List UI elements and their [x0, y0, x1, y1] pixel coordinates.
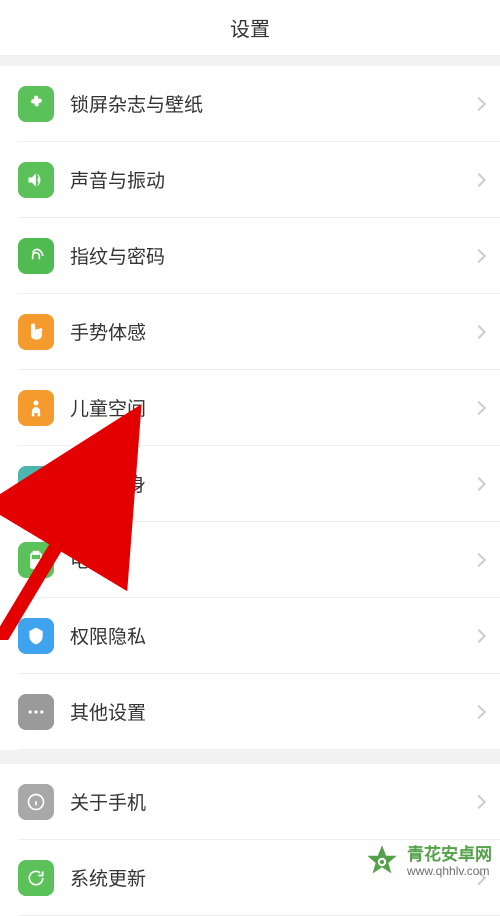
- fingerprint-icon: [18, 238, 54, 274]
- item-kids-space[interactable]: 儿童空间: [18, 370, 500, 446]
- gesture-icon: [18, 314, 54, 350]
- more-icon: [18, 694, 54, 730]
- settings-list: 锁屏杂志与壁纸 声音与振动 指纹与密码 手势体感: [0, 56, 500, 916]
- chevron-right-icon: [472, 172, 486, 186]
- item-label: 关于手机: [70, 788, 474, 815]
- item-permission-privacy[interactable]: 权限隐私: [18, 598, 500, 674]
- item-about-phone[interactable]: 关于手机: [18, 764, 500, 840]
- clone-icon: [18, 466, 54, 502]
- watermark-text: 青花安卓网 www.qhhlv.com: [407, 846, 492, 878]
- item-label: 电池: [70, 546, 474, 573]
- section-gap: [0, 56, 500, 66]
- chevron-right-icon: [472, 552, 486, 566]
- watermark: 青花安卓网 www.qhhlv.com: [361, 841, 492, 883]
- item-other-settings[interactable]: 其他设置: [18, 674, 500, 750]
- chevron-right-icon: [472, 248, 486, 262]
- watermark-url: www.qhhlv.com: [407, 865, 492, 878]
- chevron-right-icon: [472, 324, 486, 338]
- info-icon: [18, 784, 54, 820]
- privacy-icon: [18, 618, 54, 654]
- item-label: 其他设置: [70, 698, 474, 725]
- sound-icon: [18, 162, 54, 198]
- watermark-logo-icon: [361, 841, 403, 883]
- watermark-title: 青花安卓网: [407, 846, 492, 865]
- chevron-right-icon: [472, 476, 486, 490]
- item-label: 儿童空间: [70, 394, 474, 421]
- chevron-right-icon: [472, 704, 486, 718]
- item-battery[interactable]: 电池: [18, 522, 500, 598]
- item-label: 权限隐私: [70, 622, 474, 649]
- header: 设置: [0, 0, 500, 56]
- section-gap: [0, 750, 500, 764]
- flower-icon: [18, 86, 54, 122]
- item-sound-vibration[interactable]: 声音与振动: [18, 142, 500, 218]
- item-label: 手势体感: [70, 318, 474, 345]
- chevron-right-icon: [472, 628, 486, 642]
- update-icon: [18, 860, 54, 896]
- kids-icon: [18, 390, 54, 426]
- item-label: 指纹与密码: [70, 242, 474, 269]
- item-label: 应用分身: [70, 470, 474, 497]
- item-app-clone[interactable]: 应用分身: [18, 446, 500, 522]
- chevron-right-icon: [472, 400, 486, 414]
- item-lock-wallpaper[interactable]: 锁屏杂志与壁纸: [18, 66, 500, 142]
- chevron-right-icon: [472, 794, 486, 808]
- item-label: 锁屏杂志与壁纸: [70, 90, 474, 117]
- item-fingerprint-password[interactable]: 指纹与密码: [18, 218, 500, 294]
- item-label: 声音与振动: [70, 166, 474, 193]
- chevron-right-icon: [472, 96, 486, 110]
- item-gesture-motion[interactable]: 手势体感: [18, 294, 500, 370]
- page-title: 设置: [230, 13, 270, 42]
- battery-icon: [18, 542, 54, 578]
- settings-screen: 设置 锁屏杂志与壁纸 声音与振动 指纹与密码: [0, 0, 500, 889]
